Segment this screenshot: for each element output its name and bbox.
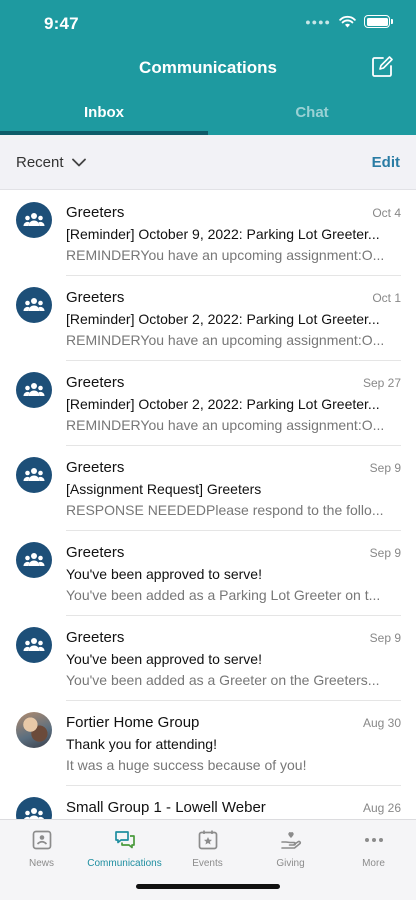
group-icon: [23, 213, 45, 226]
message-sender: Greeters: [66, 459, 125, 476]
group-icon: [24, 808, 44, 819]
message-subject: [Reminder] October 9, 2022: Parking Lot …: [66, 226, 380, 242]
message-row[interactable]: Greeters Sep 27 [Reminder] October 2, 2022…: [0, 361, 416, 446]
group-avatar: [16, 627, 52, 663]
group-avatar: [16, 542, 52, 578]
filter-label: Recent: [16, 154, 64, 171]
message-row[interactable]: Greeters Oct 1 [Reminder] October 2, 2022:…: [0, 276, 416, 361]
group-avatar: [16, 287, 52, 323]
message-preview: You've been added as a Parking Lot Greet…: [66, 587, 381, 603]
message-row[interactable]: Greeters Sep 9 You've been approved to ser…: [0, 531, 416, 616]
message-sender: Fortier Home Group: [66, 714, 200, 731]
message-preview: REMINDERYou have an upcoming assignment:…: [66, 332, 385, 348]
message-sender: Greeters: [66, 289, 125, 306]
tab-communications[interactable]: Communications: [83, 828, 166, 869]
message-row[interactable]: Fortier Home Group Aug 30 Thank you for at…: [0, 701, 416, 786]
tab-chat[interactable]: Chat: [208, 96, 416, 135]
message-content: Fortier Home Group Aug 30 Thank you for at…: [66, 701, 401, 786]
giving-hand-icon: [280, 832, 301, 849]
status-bar: 9:47 ●●●●: [0, 0, 416, 46]
edit-button[interactable]: Edit: [372, 154, 400, 171]
avatar: [16, 712, 52, 748]
battery-icon: [364, 15, 393, 28]
message-content: Greeters Sep 9 You've been approved to ser…: [66, 531, 401, 616]
message-subject: Thank you for attending!: [66, 736, 217, 752]
message-date: Oct 4: [372, 206, 401, 220]
chevron-down-icon: [71, 158, 86, 167]
more-dots-icon: [364, 838, 383, 842]
message-list: Greeters Oct 4 [Reminder] October 9, 2022:…: [0, 191, 416, 819]
home-indicator: [136, 884, 280, 889]
message-date: Aug 30: [362, 716, 401, 730]
message-date: Aug 26: [362, 801, 401, 815]
message-content: Greeters Sep 27 [Reminder] October 2, 2022…: [66, 361, 401, 446]
tab-more[interactable]: More: [332, 828, 415, 869]
tab-giving[interactable]: Giving: [249, 828, 332, 869]
message-sender: Greeters: [66, 629, 125, 646]
message-row[interactable]: Greeters Sep 9 [Assignment Request] Greete…: [0, 446, 416, 531]
tab-events[interactable]: Events: [166, 828, 249, 869]
segment-tabs: Inbox Chat: [0, 96, 416, 135]
message-content: Greeters Oct 1 [Reminder] October 2, 2022:…: [66, 276, 401, 361]
tab-inbox-label: Inbox: [84, 104, 124, 121]
group-icon: [23, 383, 45, 396]
message-subject: [Reminder] October 2, 2022: Parking Lot …: [66, 311, 380, 327]
group-icon: [23, 638, 45, 651]
group-avatar: [16, 202, 52, 238]
message-date: Sep 27: [362, 376, 401, 390]
group-icon: [23, 298, 45, 311]
message-subject: [Reminder] October 2, 2022: Parking Lot …: [66, 396, 380, 412]
message-date: Sep 9: [369, 461, 401, 475]
message-subject: [Assignment Request] Greeters: [66, 481, 262, 497]
message-content: Greeters Oct 4 [Reminder] October 9, 2022:…: [66, 191, 401, 276]
page-title: Communications: [139, 58, 277, 77]
tab-inbox[interactable]: Inbox: [0, 96, 208, 135]
message-sender: Greeters: [66, 374, 125, 391]
message-date: Sep 9: [369, 631, 401, 645]
message-content: Small Group 1 - Lowell Weber Aug 26: [66, 786, 401, 819]
message-sender: Greeters: [66, 544, 125, 561]
message-preview: You've been added as a Greeter on the Gr…: [66, 672, 380, 688]
tab-chat-label: Chat: [295, 104, 329, 121]
tab-news[interactable]: News: [0, 828, 83, 869]
group-icon: [23, 553, 45, 566]
filter-bar: Recent Edit: [0, 135, 416, 190]
recent-filter-dropdown[interactable]: Recent: [16, 154, 86, 171]
cellular-signal-icon: ●●●●: [305, 16, 331, 27]
group-avatar: [16, 797, 52, 819]
tab-more-label: More: [362, 858, 385, 869]
tab-events-label: Events: [192, 858, 223, 869]
status-indicators: ●●●●: [305, 15, 393, 28]
message-content: Greeters Sep 9 [Assignment Request] Greete…: [66, 446, 401, 531]
news-icon: [32, 830, 51, 850]
message-subject: You've been approved to serve!: [66, 566, 262, 582]
message-preview: REMINDERYou have an upcoming assignment:…: [66, 247, 385, 263]
group-icon: [23, 468, 45, 481]
message-date: Sep 9: [369, 546, 401, 560]
message-date: Oct 1: [372, 291, 401, 305]
message-preview: RESPONSE NEEDEDPlease respond to the fol…: [66, 502, 384, 518]
message-subject: You've been approved to serve!: [66, 651, 262, 667]
status-time: 9:47: [44, 14, 79, 33]
calendar-star-icon: [198, 830, 217, 850]
app-header: 9:47 ●●●● Communications Inbox Chat: [0, 0, 416, 135]
message-preview: It was a huge success because of you!: [66, 757, 307, 773]
group-avatar: [16, 457, 52, 493]
chat-bubbles-icon: [114, 831, 135, 849]
message-row[interactable]: Greeters Oct 4 [Reminder] October 9, 2022:…: [0, 191, 416, 276]
tab-news-label: News: [28, 858, 54, 869]
compose-icon[interactable]: [370, 55, 394, 79]
tab-giving-label: Giving: [276, 858, 305, 869]
message-sender: Small Group 1 - Lowell Weber: [66, 799, 266, 816]
tab-communications-label: Communications: [87, 858, 162, 869]
message-row[interactable]: Greeters Sep 9 You've been approved to ser…: [0, 616, 416, 701]
message-sender: Greeters: [66, 204, 125, 221]
wifi-icon: [339, 15, 356, 28]
message-preview: REMINDERYou have an upcoming assignment:…: [66, 417, 385, 433]
message-content: Greeters Sep 9 You've been approved to ser…: [66, 616, 401, 701]
message-row[interactable]: Small Group 1 - Lowell Weber Aug 26: [0, 786, 416, 819]
group-avatar: [16, 372, 52, 408]
